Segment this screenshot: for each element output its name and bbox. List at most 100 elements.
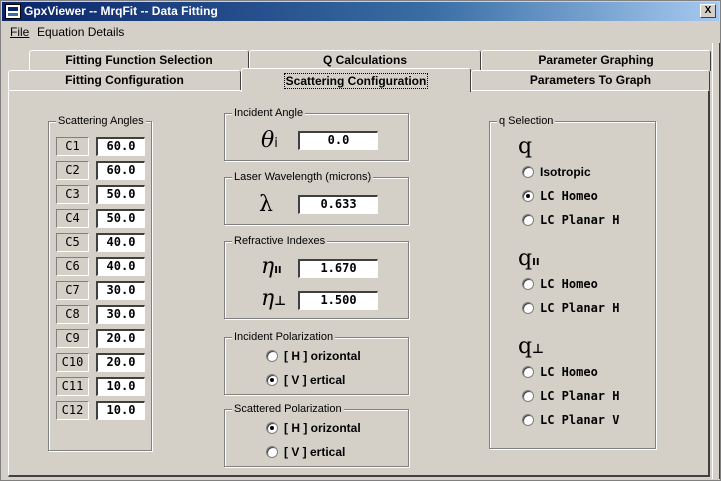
- q-selection-group: q Selection q Isotropic LC Homeo LC Plan…: [489, 114, 656, 449]
- angle-input-c3[interactable]: 50.0: [96, 185, 145, 204]
- eta-glyph: η: [261, 286, 275, 311]
- tab-label: Parameter Graphing: [538, 53, 654, 67]
- scattered-polarization-title: Scattered Polarization: [232, 402, 344, 416]
- q-symbol: q: [518, 134, 533, 159]
- angle-label-c2: C2: [56, 161, 89, 180]
- window-title: GpxViewer -- MrqFit -- Data Fitting: [24, 4, 218, 18]
- incident-polarization-title: Incident Polarization: [232, 330, 336, 344]
- q-glyph: q: [518, 334, 533, 359]
- angle-input-c7[interactable]: 30.0: [96, 281, 145, 300]
- incident-angle-group: Incident Angle θi 0.0: [224, 106, 409, 161]
- scattering-angles-title: Scattering Angles: [56, 114, 146, 128]
- laser-wavelength-input[interactable]: 0.633: [298, 195, 378, 214]
- angle-label-c3: C3: [56, 185, 89, 204]
- tab-fitting-function-selection[interactable]: Fitting Function Selection: [29, 50, 249, 71]
- angle-label-c10: C10: [56, 353, 89, 372]
- radio-label: LC Planar V: [540, 413, 620, 427]
- laser-wavelength-group: Laser Wavelength (microns) λ 0.633: [224, 170, 409, 225]
- angle-label-c8: C8: [56, 305, 89, 324]
- radio-dot: [522, 278, 534, 290]
- tab-stack-edge: [712, 43, 720, 479]
- title-bar[interactable]: GpxViewer -- MrqFit -- Data Fitting X: [2, 2, 719, 21]
- radio-dot: [522, 366, 534, 378]
- menu-bar: File Equation Details: [2, 22, 719, 41]
- angle-input-c11[interactable]: 10.0: [96, 377, 145, 396]
- radio-dot: [522, 166, 534, 178]
- angle-label-c11: C11: [56, 377, 89, 396]
- menu-file-label: File: [10, 25, 30, 39]
- scattered-polarization-group: Scattered Polarization [ H ] orizontal […: [224, 402, 409, 467]
- tab-parameters-to-graph[interactable]: Parameters To Graph: [471, 70, 710, 91]
- eta-parallel-subscript: II: [274, 265, 282, 276]
- refractive-index-parallel-input[interactable]: 1.670: [298, 259, 378, 278]
- radio-label: LC Planar H: [540, 301, 620, 315]
- eta-parallel-symbol: ηII: [261, 256, 282, 282]
- refractive-indexes-group: Refractive Indexes ηII 1.670 η⊥ 1.500: [224, 234, 409, 319]
- angle-input-c2[interactable]: 60.0: [96, 161, 145, 180]
- angle-label-c7: C7: [56, 281, 89, 300]
- q-perp-symbol: q⊥: [518, 336, 544, 361]
- q-selection-title: q Selection: [497, 114, 556, 128]
- scattering-angles-group: Scattering Angles C1 60.0 C2 60.0 C3 50.0 C4 50…: [48, 114, 152, 451]
- radio-label: [ V ] ertical: [284, 373, 346, 387]
- refractive-indexes-title: Refractive Indexes: [232, 234, 328, 248]
- angle-input-c8[interactable]: 30.0: [96, 305, 145, 324]
- q-parallel-symbol: qII: [518, 248, 540, 274]
- tab-parameter-graphing[interactable]: Parameter Graphing: [481, 50, 711, 71]
- close-button[interactable]: X: [700, 4, 716, 18]
- eta-glyph: η: [261, 254, 275, 279]
- q-parallel-subscript: II: [532, 257, 540, 268]
- radio-dot: [522, 414, 534, 426]
- angle-label-c1: C1: [56, 137, 89, 156]
- radio-dot: [266, 350, 278, 362]
- angle-input-c9[interactable]: 20.0: [96, 329, 145, 348]
- theta-symbol: θi: [261, 130, 278, 155]
- radio-label: LC Homeo: [540, 365, 598, 379]
- tab-label: Scattering Configuration: [283, 73, 429, 89]
- angle-input-c12[interactable]: 10.0: [96, 401, 145, 420]
- refractive-index-perp-input[interactable]: 1.500: [298, 291, 378, 310]
- q-glyph: q: [518, 246, 533, 271]
- angle-label-c9: C9: [56, 329, 89, 348]
- incident-angle-input[interactable]: 0.0: [298, 131, 378, 150]
- tab-fitting-configuration[interactable]: Fitting Configuration: [8, 70, 241, 91]
- radio-label: [ H ] orizontal: [284, 349, 361, 363]
- radio-dot: [522, 190, 534, 202]
- angle-input-c6[interactable]: 40.0: [96, 257, 145, 276]
- menu-equation-details[interactable]: Equation Details: [37, 25, 124, 39]
- angle-label-c12: C12: [56, 401, 89, 420]
- incident-angle-title: Incident Angle: [232, 106, 306, 120]
- radio-label: [ H ] orizontal: [284, 421, 361, 435]
- q-perp-subscript: ⊥: [532, 342, 544, 357]
- main-window: GpxViewer -- MrqFit -- Data Fitting X Fi…: [0, 0, 721, 481]
- angle-input-c5[interactable]: 40.0: [96, 233, 145, 252]
- radio-dot: [522, 302, 534, 314]
- angle-label-c6: C6: [56, 257, 89, 276]
- tab-scattering-configuration[interactable]: Scattering Configuration: [241, 68, 471, 92]
- radio-dot: [266, 374, 278, 386]
- tab-label: Parameters To Graph: [529, 73, 652, 87]
- angle-label-c4: C4: [56, 209, 89, 228]
- angle-input-c4[interactable]: 50.0: [96, 209, 145, 228]
- app-icon: [5, 4, 21, 19]
- radio-label: Isotropic: [540, 165, 591, 179]
- radio-label: LC Planar H: [540, 213, 620, 227]
- menu-file[interactable]: File: [10, 25, 29, 39]
- menu-equation-details-label: Equation Details: [37, 25, 125, 39]
- theta-subscript: i: [274, 136, 278, 151]
- tab-label: Fitting Configuration: [65, 73, 184, 87]
- radio-label: LC Planar H: [540, 389, 620, 403]
- radio-label: LC Homeo: [540, 277, 598, 291]
- theta-glyph: θ: [261, 128, 275, 153]
- radio-dot: [522, 214, 534, 226]
- scattering-configuration-page: Scattering Angles C1 60.0 C2 60.0 C3 50.0 C4 50…: [8, 90, 710, 477]
- angle-input-c10[interactable]: 20.0: [96, 353, 145, 372]
- tab-label: Q Calculations: [322, 53, 408, 67]
- radio-dot: [522, 390, 534, 402]
- laser-wavelength-title: Laser Wavelength (microns): [232, 170, 374, 184]
- radio-dot: [266, 422, 278, 434]
- eta-perp-symbol: η⊥: [261, 288, 286, 313]
- radio-label: LC Homeo: [540, 189, 598, 203]
- angle-label-c5: C5: [56, 233, 89, 252]
- angle-input-c1[interactable]: 60.0: [96, 137, 145, 156]
